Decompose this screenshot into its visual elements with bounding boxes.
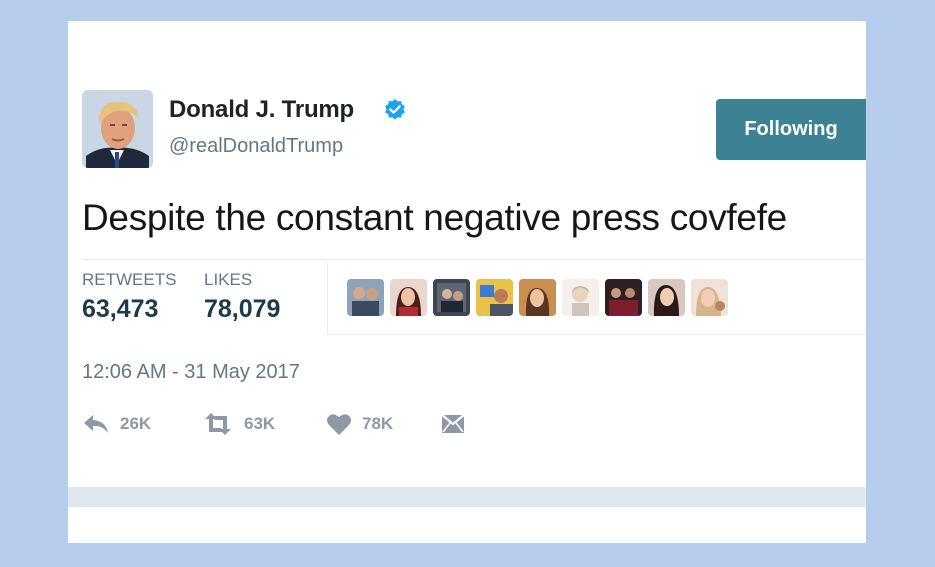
- liker-avatar[interactable]: [562, 279, 599, 316]
- liker-avatar[interactable]: [433, 279, 470, 316]
- liker-avatar[interactable]: [648, 279, 685, 316]
- retweets-value: 63,473: [82, 295, 159, 323]
- liker-avatar[interactable]: [605, 279, 642, 316]
- liker-avatar[interactable]: [347, 279, 384, 316]
- liker-avatars: [347, 279, 728, 316]
- reply-count: 26K: [120, 414, 152, 433]
- tweet-text: Despite the constant negative press covf…: [82, 197, 787, 238]
- user-handle[interactable]: @realDonaldTrump: [169, 135, 343, 158]
- retweets-stat[interactable]: RETWEETS 63,473: [82, 270, 176, 324]
- tweet-card: Donald J. Trump @realDonaldTrump Followi…: [68, 21, 866, 543]
- likes-stat[interactable]: LIKES 78,079: [204, 270, 280, 324]
- verified-badge-icon: [385, 99, 405, 120]
- liker-avatar[interactable]: [390, 279, 427, 316]
- retweets-label: RETWEETS: [82, 270, 177, 289]
- reply-icon: [84, 415, 108, 433]
- stats-vertical-divider: [327, 262, 328, 334]
- liker-avatar[interactable]: [519, 279, 556, 316]
- stats-top-divider: [82, 259, 866, 260]
- reply-button[interactable]: 26K: [82, 409, 151, 439]
- tweet-footer-bar: [68, 487, 866, 507]
- retweet-button[interactable]: 63K: [202, 409, 275, 439]
- likes-label: LIKES: [204, 270, 253, 289]
- retweet-count: 63K: [244, 414, 276, 433]
- stats-bottom-divider: [327, 334, 866, 335]
- heart-icon: [327, 414, 351, 435]
- likes-value: 78,079: [204, 295, 281, 323]
- direct-message-icon: [441, 414, 465, 433]
- avatar-portrait-image: [82, 90, 153, 168]
- liker-avatar[interactable]: [476, 279, 513, 316]
- like-count: 78K: [362, 414, 394, 433]
- like-button[interactable]: 78K: [326, 409, 393, 439]
- retweet-icon: [205, 413, 231, 435]
- tweet-timestamp[interactable]: 12:06 AM - 31 May 2017: [82, 361, 300, 384]
- user-display-name[interactable]: Donald J. Trump: [169, 96, 354, 124]
- user-avatar[interactable]: [82, 90, 153, 168]
- liker-avatar[interactable]: [691, 279, 728, 316]
- following-button[interactable]: Following: [716, 99, 866, 160]
- direct-message-button[interactable]: [441, 409, 465, 439]
